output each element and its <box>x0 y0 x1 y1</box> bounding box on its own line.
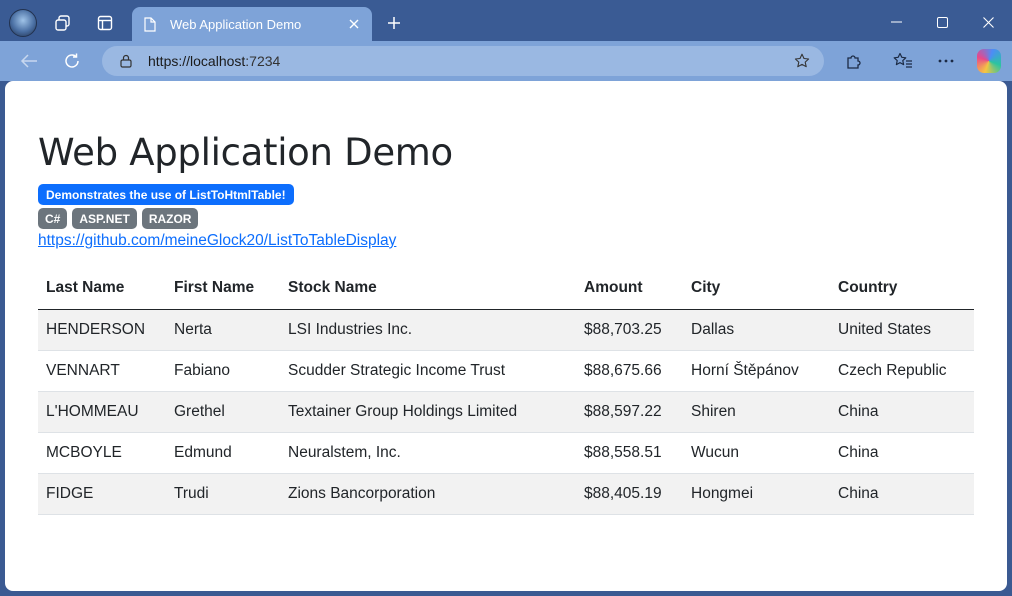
cell-amount: $88,597.22 <box>576 391 683 433</box>
favorite-star-icon[interactable] <box>794 53 810 69</box>
browser-toolbar: https://localhost:7234 <box>0 41 1012 81</box>
table-row: MCBOYLE Edmund Neuralstem, Inc. $88,558.… <box>38 432 974 474</box>
table-header-row: Last Name First Name Stock Name Amount C… <box>38 268 974 310</box>
header-amount: Amount <box>576 268 683 310</box>
cell-city: Wucun <box>683 432 830 474</box>
workspaces-icon[interactable] <box>49 9 77 37</box>
cell-stock-name: Neuralstem, Inc. <box>280 432 576 474</box>
back-icon[interactable] <box>14 47 44 75</box>
favorites-icon[interactable] <box>888 47 918 75</box>
cell-country: United States <box>830 309 974 351</box>
cell-amount: $88,675.66 <box>576 350 683 392</box>
stock-table: Last Name First Name Stock Name Amount C… <box>38 268 974 515</box>
cell-last-name: MCBOYLE <box>38 432 166 474</box>
page-icon <box>142 16 158 32</box>
cell-first-name: Trudi <box>166 473 280 515</box>
cell-last-name: VENNART <box>38 350 166 392</box>
cell-stock-name: Scudder Strategic Income Trust <box>280 350 576 392</box>
cell-last-name: L'HOMMEAU <box>38 391 166 433</box>
address-bar[interactable]: https://localhost:7234 <box>102 46 824 76</box>
cell-amount: $88,405.19 <box>576 473 683 515</box>
cell-city: Hongmei <box>683 473 830 515</box>
close-window-icon[interactable] <box>965 8 1011 36</box>
header-city: City <box>683 268 830 310</box>
page-title: Web Application Demo <box>38 131 453 174</box>
header-country: Country <box>830 268 974 310</box>
header-first-name: First Name <box>166 268 280 310</box>
profile-avatar-icon[interactable] <box>9 9 37 37</box>
tag-aspnet: ASP.NET <box>72 208 137 229</box>
tab-actions-icon[interactable] <box>91 9 119 37</box>
cell-city: Shiren <box>683 391 830 433</box>
table-row: FIDGE Trudi Zions Bancorporation $88,405… <box>38 473 974 515</box>
cell-country: Czech Republic <box>830 350 974 392</box>
cell-country: China <box>830 473 974 515</box>
cell-city: Dallas <box>683 309 830 351</box>
tag-razor: RAZOR <box>141 208 199 229</box>
cell-last-name: HENDERSON <box>38 309 166 351</box>
cell-first-name: Grethel <box>166 391 280 433</box>
refresh-icon[interactable] <box>57 47 87 75</box>
url-port: :7234 <box>245 53 281 69</box>
description-badge: Demonstrates the use of ListToHtmlTable! <box>38 184 294 205</box>
cell-amount: $88,703.25 <box>576 309 683 351</box>
tech-tags: C# ASP.NET RAZOR <box>38 208 199 229</box>
new-tab-icon[interactable] <box>382 11 406 35</box>
cell-city: Horní Štěpánov <box>683 350 830 392</box>
table-row: HENDERSON Nerta LSI Industries Inc. $88,… <box>38 309 974 351</box>
url-host: https://localhost <box>148 53 246 69</box>
maximize-icon[interactable] <box>919 8 965 36</box>
more-options-icon[interactable] <box>931 47 961 75</box>
copilot-icon[interactable] <box>977 49 1001 73</box>
title-bar: Web Application Demo <box>0 0 1012 42</box>
cell-stock-name: Zions Bancorporation <box>280 473 576 515</box>
table-row: VENNART Fabiano Scudder Strategic Income… <box>38 350 974 392</box>
extensions-icon[interactable] <box>838 47 868 75</box>
minimize-icon[interactable] <box>873 8 919 36</box>
cell-stock-name: LSI Industries Inc. <box>280 309 576 351</box>
github-link[interactable]: https://github.com/meineGlock20/ListToTa… <box>38 232 396 250</box>
tab-title: Web Application Demo <box>170 16 302 32</box>
lock-icon[interactable] <box>118 53 134 69</box>
cell-country: China <box>830 391 974 433</box>
header-stock-name: Stock Name <box>280 268 576 310</box>
table-row: L'HOMMEAU Grethel Textainer Group Holdin… <box>38 391 974 433</box>
cell-country: China <box>830 432 974 474</box>
cell-first-name: Nerta <box>166 309 280 351</box>
cell-stock-name: Textainer Group Holdings Limited <box>280 391 576 433</box>
header-last-name: Last Name <box>38 268 166 310</box>
cell-amount: $88,558.51 <box>576 432 683 474</box>
page-viewport: Web Application Demo Demonstrates the us… <box>5 81 1007 591</box>
cell-first-name: Edmund <box>166 432 280 474</box>
tag-csharp: C# <box>38 208 68 229</box>
active-tab[interactable]: Web Application Demo <box>132 7 372 41</box>
cell-first-name: Fabiano <box>166 350 280 392</box>
cell-last-name: FIDGE <box>38 473 166 515</box>
close-tab-icon[interactable] <box>346 16 362 32</box>
